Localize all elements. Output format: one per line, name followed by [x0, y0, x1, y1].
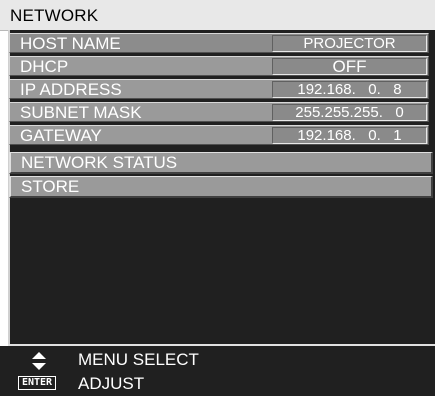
footer — [0, 346, 435, 396]
dhcp-label: DHCP — [20, 57, 69, 76]
menu-select-label: MENU SELECT — [78, 350, 199, 369]
host-name-row[interactable]: HOST NAME PROJECTOR — [9, 33, 429, 53]
subnet-mask-row[interactable]: SUBNET MASK 255.255.255. 0 — [9, 102, 429, 122]
dhcp-value[interactable]: OFF — [272, 58, 427, 75]
title-bar: NETWORK — [0, 0, 435, 31]
host-name-label: HOST NAME — [20, 34, 121, 53]
adjust-label: ADJUST — [78, 374, 145, 393]
up-down-arrows-icon — [32, 352, 46, 370]
enter-key-icon: ENTER — [18, 376, 56, 390]
subnet-mask-label: SUBNET MASK — [20, 103, 142, 122]
gateway-row[interactable]: GATEWAY 192.168. 0. 1 — [9, 125, 429, 145]
ip-address-row[interactable]: IP ADDRESS 192.168. 0. 8 — [9, 79, 429, 99]
network-status-button[interactable]: NETWORK STATUS — [9, 152, 433, 174]
store-button[interactable]: STORE — [9, 176, 433, 198]
gateway-value[interactable]: 192.168. 0. 1 — [272, 127, 427, 144]
dhcp-row[interactable]: DHCP OFF — [9, 56, 429, 76]
network-status-label: NETWORK STATUS — [21, 153, 178, 172]
host-name-value[interactable]: PROJECTOR — [272, 35, 427, 52]
gateway-label: GATEWAY — [20, 126, 102, 145]
ip-address-label: IP ADDRESS — [20, 80, 122, 99]
ip-address-value[interactable]: 192.168. 0. 8 — [272, 81, 427, 98]
subnet-mask-value[interactable]: 255.255.255. 0 — [272, 104, 427, 121]
store-label: STORE — [21, 177, 80, 196]
menu-title: NETWORK — [10, 6, 99, 25]
